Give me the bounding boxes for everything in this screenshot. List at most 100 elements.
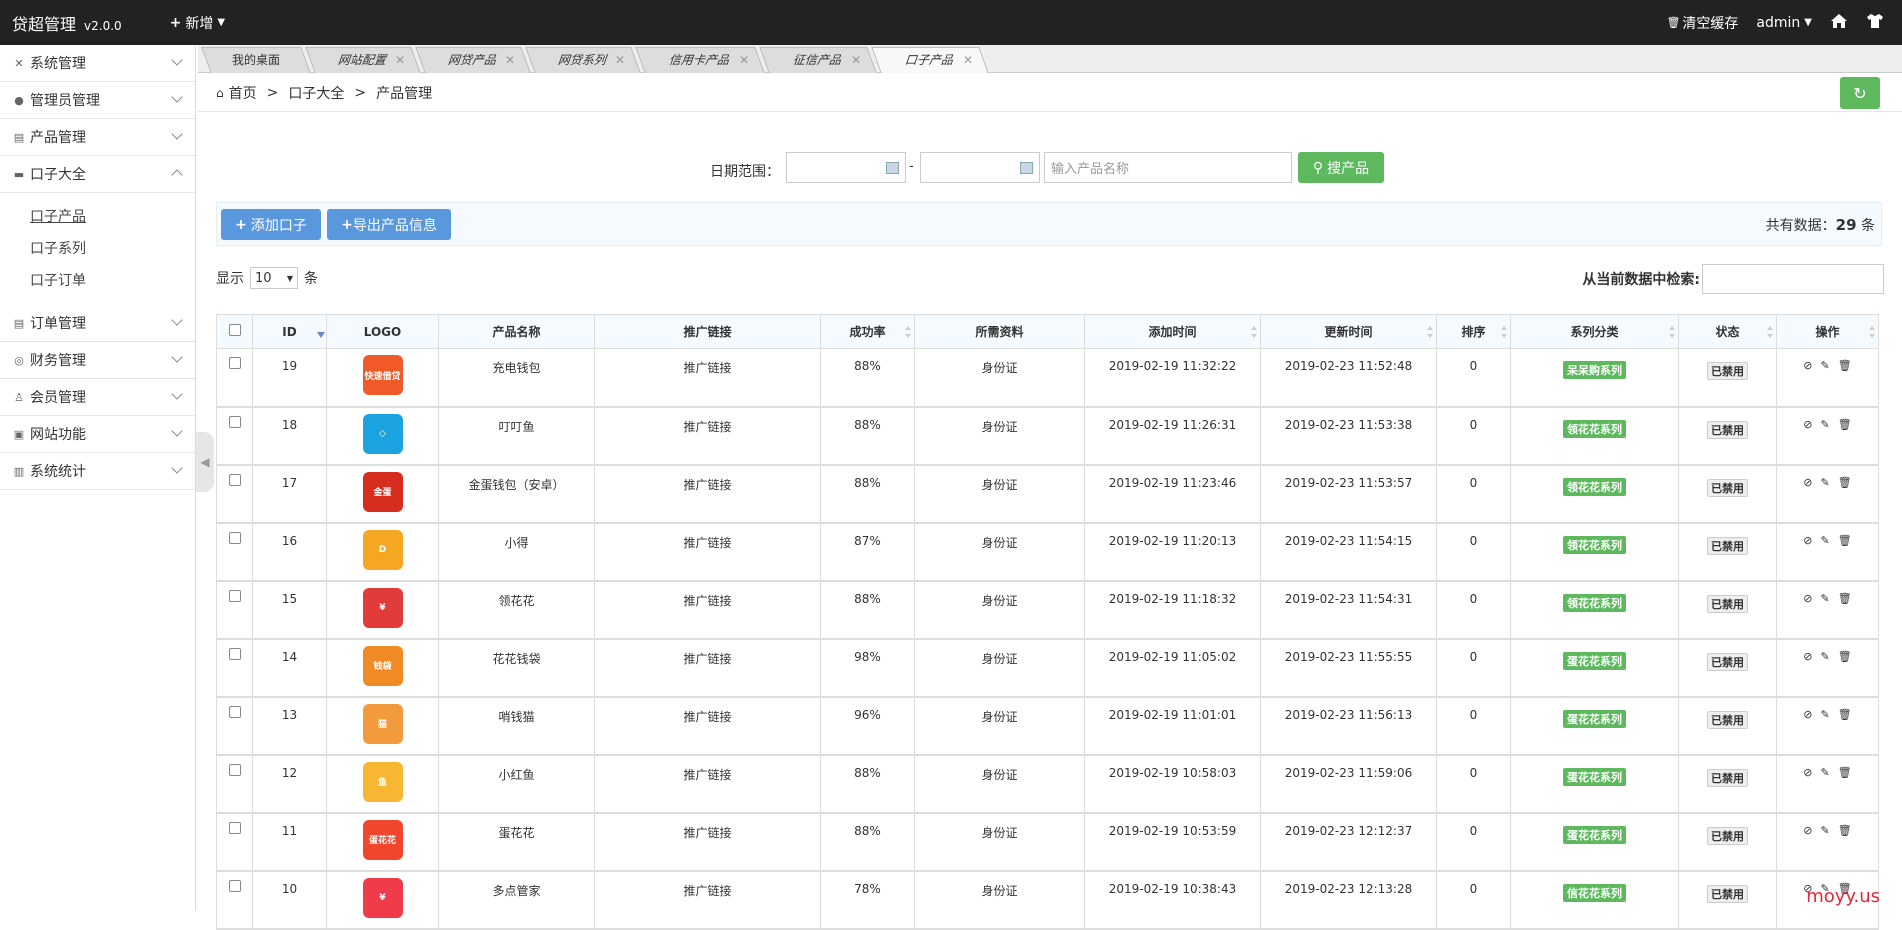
date-start-input[interactable] (786, 152, 906, 183)
row-checkbox[interactable] (229, 532, 241, 544)
delete-icon[interactable]: 🗑 (1838, 708, 1852, 721)
row-checkbox[interactable] (229, 880, 241, 892)
delete-icon[interactable]: 🗑 (1838, 359, 1852, 372)
clear-cache-button[interactable]: 🗑清空缓存 (1666, 13, 1738, 33)
close-icon[interactable]: ✕ (851, 48, 861, 72)
row-checkbox[interactable] (229, 357, 241, 369)
enable-icon[interactable]: ⊘ (1803, 708, 1812, 721)
column-header-id[interactable]: ID (253, 315, 327, 349)
column-header-updated[interactable]: 更新时间 (1261, 315, 1437, 349)
row-checkbox[interactable] (229, 590, 241, 602)
edit-icon[interactable]: ✎ (1821, 650, 1830, 663)
sidebar-subitem-kouzi-series[interactable]: 口子系列 (0, 233, 195, 265)
export-products-button[interactable]: +导出产品信息 (327, 209, 451, 240)
tab-site-config[interactable]: 网站配置✕ (305, 47, 420, 73)
promo-link[interactable]: 推广链接 (683, 594, 731, 608)
enable-icon[interactable]: ⊘ (1803, 592, 1812, 605)
row-checkbox[interactable] (229, 822, 241, 834)
user-menu[interactable]: admin▼ (1756, 15, 1812, 31)
enable-icon[interactable]: ⊘ (1803, 359, 1812, 372)
column-header-rate[interactable]: 成功率 (821, 315, 915, 349)
delete-icon[interactable]: 🗑 (1838, 824, 1852, 837)
promo-link[interactable]: 推广链接 (683, 420, 731, 434)
promo-link[interactable]: 推广链接 (683, 536, 731, 550)
column-header-added[interactable]: 添加时间 (1085, 315, 1261, 349)
delete-icon[interactable]: 🗑 (1838, 766, 1852, 779)
close-icon[interactable]: ✕ (739, 48, 749, 72)
sidebar-subitem-kouzi-products[interactable]: 口子产品 (0, 201, 195, 233)
add-kouzi-button[interactable]: +添加口子 (221, 209, 321, 240)
enable-icon[interactable]: ⊘ (1803, 766, 1812, 779)
row-checkbox[interactable] (229, 706, 241, 718)
sidebar-item-products[interactable]: ▤产品管理 (0, 119, 195, 156)
edit-icon[interactable]: ✎ (1821, 359, 1830, 372)
refresh-button[interactable]: ↻ (1840, 77, 1880, 109)
sidebar-item-admins[interactable]: ●管理员管理 (0, 82, 195, 119)
promo-link[interactable]: 推广链接 (683, 478, 731, 492)
edit-icon[interactable]: ✎ (1821, 476, 1830, 489)
sidebar-item-finance[interactable]: ◎财务管理 (0, 342, 195, 379)
page-size-select[interactable]: 10▼ (250, 267, 298, 289)
tab-loan-products[interactable]: 网贷产品✕ (415, 47, 530, 73)
promo-link[interactable]: 推广链接 (683, 826, 731, 840)
promo-link[interactable]: 推广链接 (683, 768, 731, 782)
sidebar-subitem-kouzi-orders[interactable]: 口子订单 (0, 265, 195, 297)
sidebar-item-orders[interactable]: ▤订单管理 (0, 305, 195, 342)
enable-icon[interactable]: ⊘ (1803, 650, 1812, 663)
date-end-input[interactable] (920, 152, 1040, 183)
sidebar-item-system[interactable]: ✕系统管理 (0, 45, 195, 82)
close-icon[interactable]: ✕ (615, 48, 625, 72)
edit-icon[interactable]: ✎ (1821, 418, 1830, 431)
edit-icon[interactable]: ✎ (1821, 824, 1830, 837)
sidebar-item-site[interactable]: ▣网站功能 (0, 416, 195, 453)
filter-input[interactable] (1702, 264, 1884, 294)
enable-icon[interactable]: ⊘ (1803, 824, 1812, 837)
tab-kouzi-products[interactable]: 口子产品✕ (871, 47, 988, 73)
promo-link[interactable]: 推广链接 (683, 884, 731, 898)
column-header-status[interactable]: 状态 (1679, 315, 1777, 349)
delete-icon[interactable]: 🗑 (1838, 592, 1852, 605)
calendar-icon[interactable] (1020, 162, 1033, 174)
edit-icon[interactable]: ✎ (1821, 534, 1830, 547)
tshirt-icon[interactable] (1866, 13, 1884, 33)
home-icon[interactable] (1830, 13, 1848, 33)
calendar-icon[interactable] (886, 162, 899, 174)
sidebar-item-kouzi[interactable]: ▬口子大全 (0, 156, 195, 193)
search-products-button[interactable]: ⚲搜产品 (1298, 152, 1384, 183)
tab-loan-series[interactable]: 网贷系列✕ (525, 47, 640, 73)
enable-icon[interactable]: ⊘ (1803, 534, 1812, 547)
product-name-input[interactable]: 输入产品名称 (1044, 152, 1292, 183)
delete-icon[interactable]: 🗑 (1838, 476, 1852, 489)
tab-desktop[interactable]: 我的桌面 (201, 47, 310, 73)
tab-credit-report-products[interactable]: 征信产品✕ (759, 47, 876, 73)
enable-icon[interactable]: ⊘ (1803, 418, 1812, 431)
brand[interactable]: 贷超管理v2.0.0 (12, 11, 122, 35)
promo-link[interactable]: 推广链接 (683, 652, 731, 666)
edit-icon[interactable]: ✎ (1821, 766, 1830, 779)
new-menu-button[interactable]: +新增▼ (170, 13, 225, 33)
row-checkbox[interactable] (229, 764, 241, 776)
edit-icon[interactable]: ✎ (1821, 592, 1830, 605)
row-checkbox[interactable] (229, 416, 241, 428)
column-header-sort[interactable]: 排序 (1437, 315, 1511, 349)
sidebar-item-members[interactable]: ♙会员管理 (0, 379, 195, 416)
close-icon[interactable]: ✕ (963, 48, 973, 72)
enable-icon[interactable]: ⊘ (1803, 476, 1812, 489)
promo-link[interactable]: 推广链接 (683, 361, 731, 375)
promo-link[interactable]: 推广链接 (683, 710, 731, 724)
close-icon[interactable]: ✕ (395, 48, 405, 72)
tab-credit-card-products[interactable]: 信用卡产品✕ (635, 47, 764, 73)
select-all-checkbox[interactable] (229, 324, 241, 336)
column-header-series[interactable]: 系列分类 (1511, 315, 1679, 349)
delete-icon[interactable]: 🗑 (1838, 418, 1852, 431)
row-checkbox[interactable] (229, 648, 241, 660)
breadcrumb-section[interactable]: 口子大全 (288, 83, 344, 103)
sidebar-item-stats[interactable]: ▥系统统计 (0, 453, 195, 490)
row-checkbox[interactable] (229, 474, 241, 486)
sidebar-item-label: 系统管理 (30, 53, 86, 73)
close-icon[interactable]: ✕ (505, 48, 515, 72)
breadcrumb-home[interactable]: 首页 (229, 83, 257, 103)
edit-icon[interactable]: ✎ (1821, 708, 1830, 721)
delete-icon[interactable]: 🗑 (1838, 650, 1852, 663)
delete-icon[interactable]: 🗑 (1838, 534, 1852, 547)
